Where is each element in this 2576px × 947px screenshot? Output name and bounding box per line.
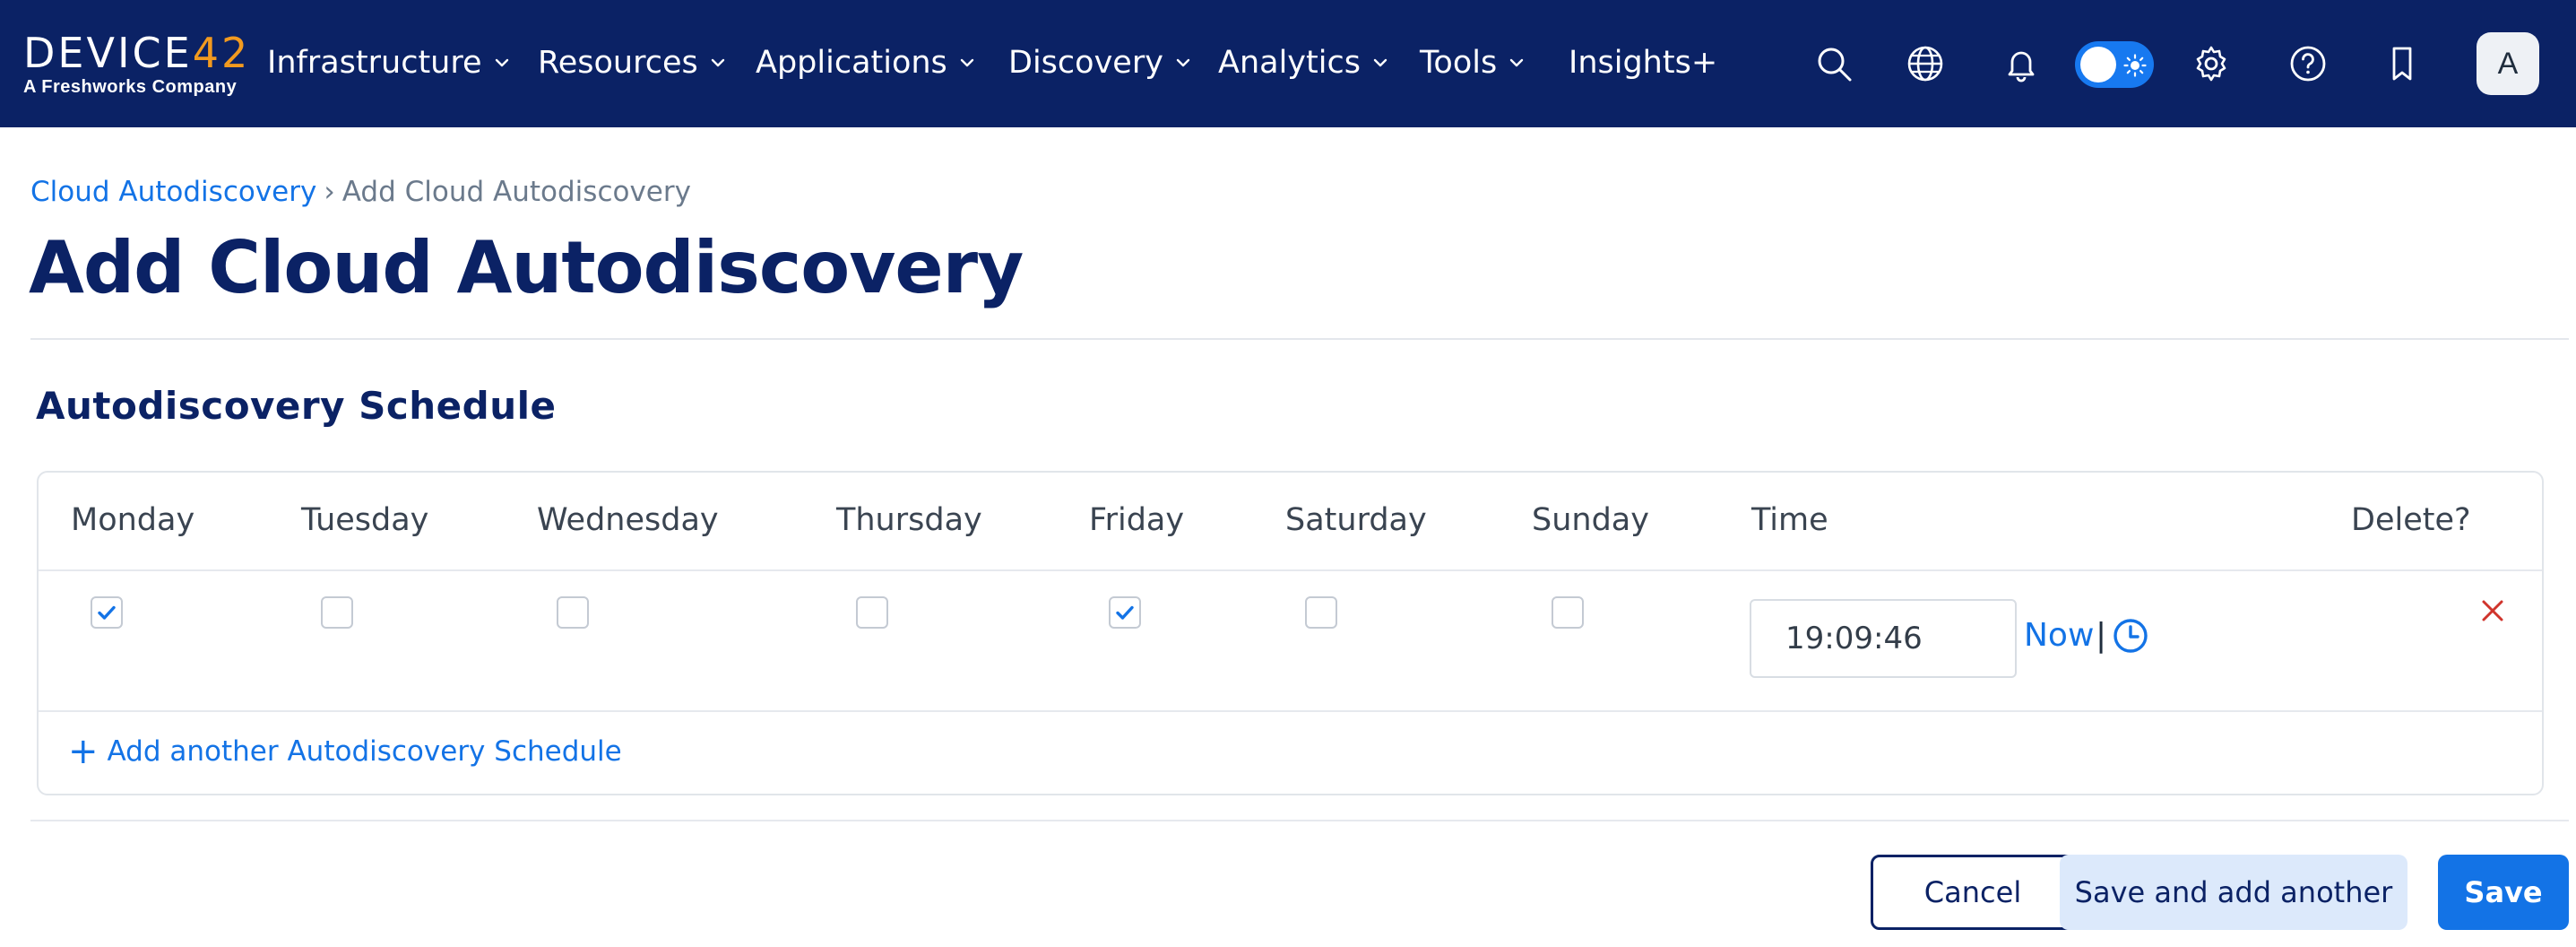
section-title: Autodiscovery Schedule bbox=[36, 384, 557, 428]
nav-discovery[interactable]: Discovery bbox=[1008, 41, 1194, 84]
column-header-saturday: Saturday bbox=[1285, 502, 1427, 538]
nav-infrastructure[interactable]: Infrastructure bbox=[267, 41, 513, 84]
column-header-thursday: Thursday bbox=[836, 502, 982, 538]
column-header-sunday: Sunday bbox=[1532, 502, 1649, 538]
save-and-add-another-button[interactable]: Save and add another bbox=[2060, 855, 2407, 930]
checkbox-thursday[interactable] bbox=[856, 596, 888, 629]
header-divider bbox=[39, 569, 2542, 571]
column-header-time: Time bbox=[1751, 502, 1828, 538]
search-icon[interactable] bbox=[1813, 43, 1854, 84]
add-schedule-label: Add another Autodiscovery Schedule bbox=[107, 735, 622, 768]
now-link[interactable]: Now bbox=[2024, 617, 2094, 654]
bookmark-icon[interactable] bbox=[2382, 43, 2423, 84]
row-divider bbox=[39, 710, 2542, 712]
globe-icon[interactable] bbox=[1905, 43, 1946, 84]
user-avatar[interactable]: A bbox=[2477, 32, 2539, 95]
breadcrumb-cloud-autodiscovery[interactable]: Cloud Autodiscovery bbox=[30, 176, 316, 208]
breadcrumb: Cloud Autodiscovery › Add Cloud Autodiscov… bbox=[30, 176, 691, 208]
checkmark-icon bbox=[98, 605, 116, 620]
top-navigation-bar: DEVICE42 A Freshworks Company Infrastruc… bbox=[0, 0, 2576, 127]
save-button[interactable]: Save bbox=[2438, 855, 2569, 930]
nav-applications[interactable]: Applications bbox=[756, 41, 978, 84]
clock-icon[interactable] bbox=[2112, 617, 2149, 655]
chevron-down-icon bbox=[1373, 58, 1387, 67]
checkmark-icon bbox=[1116, 605, 1134, 620]
gear-icon[interactable] bbox=[2191, 43, 2232, 84]
help-icon[interactable] bbox=[2287, 43, 2329, 84]
nav-resources[interactable]: Resources bbox=[538, 41, 729, 84]
checkbox-saturday[interactable] bbox=[1305, 596, 1337, 629]
toggle-knob bbox=[2080, 47, 2116, 83]
breadcrumb-current: Add Cloud Autodiscovery bbox=[341, 176, 691, 208]
nav-insights-plus[interactable]: Insights+ bbox=[1569, 41, 1717, 84]
theme-toggle[interactable] bbox=[2075, 41, 2154, 88]
breadcrumb-separator: › bbox=[324, 176, 335, 208]
column-header-tuesday: Tuesday bbox=[301, 502, 429, 538]
chevron-down-icon bbox=[1510, 58, 1524, 67]
bell-icon[interactable] bbox=[2001, 43, 2042, 84]
cancel-button[interactable]: Cancel bbox=[1871, 855, 2075, 930]
chevron-down-icon bbox=[711, 58, 724, 67]
checkbox-sunday[interactable] bbox=[1552, 596, 1584, 629]
chevron-down-icon bbox=[960, 58, 973, 67]
pipe-separator: | bbox=[2096, 617, 2107, 654]
nav-analytics[interactable]: Analytics bbox=[1218, 41, 1391, 84]
device42-logo[interactable]: DEVICE42 A Freshworks Company bbox=[23, 32, 250, 99]
chevron-down-icon bbox=[495, 58, 508, 67]
column-header-monday: Monday bbox=[71, 502, 195, 538]
checkbox-friday[interactable] bbox=[1109, 596, 1141, 629]
column-header-wednesday: Wednesday bbox=[537, 502, 719, 538]
page-title: Add Cloud Autodiscovery bbox=[29, 226, 1024, 309]
logo-wordmark: DEVICE42 bbox=[23, 29, 251, 77]
delete-row-icon[interactable] bbox=[2479, 597, 2506, 624]
time-input[interactable] bbox=[1750, 599, 2017, 678]
checkbox-wednesday[interactable] bbox=[557, 596, 589, 629]
checkbox-tuesday[interactable] bbox=[321, 596, 353, 629]
title-divider bbox=[30, 338, 2569, 340]
sun-icon bbox=[2123, 54, 2147, 77]
footer-divider bbox=[30, 820, 2569, 821]
chevron-down-icon bbox=[1176, 58, 1190, 67]
column-header-friday: Friday bbox=[1089, 502, 1185, 538]
plus-icon: + bbox=[68, 731, 99, 772]
column-header-delete: Delete? bbox=[2351, 502, 2471, 538]
nav-tools[interactable]: Tools bbox=[1420, 41, 1527, 84]
checkbox-monday[interactable] bbox=[91, 596, 123, 629]
add-schedule-link[interactable]: + Add another Autodiscovery Schedule bbox=[68, 731, 622, 772]
logo-tagline: A Freshworks Company bbox=[23, 77, 238, 97]
